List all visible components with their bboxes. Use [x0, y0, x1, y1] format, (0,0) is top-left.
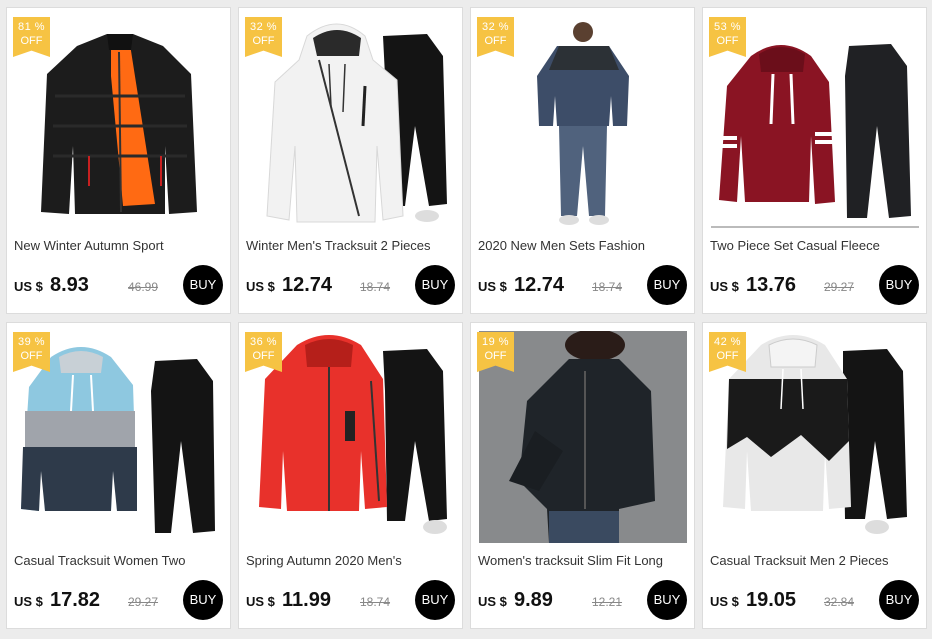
product-title[interactable]: 2020 New Men Sets Fashion: [478, 238, 690, 253]
product-card[interactable]: 53 % OFF Two Piece Set Casual Fleece US …: [702, 7, 927, 314]
original-price: 18.74: [360, 595, 391, 609]
original-price: 46.99: [128, 280, 159, 294]
discount-percent: 42 %: [713, 336, 742, 348]
discount-percent: 32 %: [249, 21, 278, 33]
product-card[interactable]: 81 % OFF New Winter Autumn Sport US $ 8.…: [6, 7, 231, 314]
buy-button[interactable]: BUY: [415, 265, 455, 305]
currency-label: US $: [710, 279, 739, 294]
product-card[interactable]: 42 % OFF Casual Tracksuit Men 2 Pieces U…: [702, 322, 927, 629]
buy-button[interactable]: BUY: [879, 580, 919, 620]
product-card[interactable]: 32 % OFF 2020 New Men Sets Fashion US $ …: [470, 7, 695, 314]
product-price: 8.93: [50, 274, 89, 296]
product-grid: 81 % OFF New Winter Autumn Sport US $ 8.…: [6, 7, 927, 629]
discount-off-label: OFF: [484, 35, 507, 47]
buy-button[interactable]: BUY: [183, 265, 223, 305]
discount-percent: 36 %: [249, 336, 278, 348]
discount-off-label: OFF: [20, 350, 43, 362]
buy-button[interactable]: BUY: [879, 265, 919, 305]
product-price: 13.76: [746, 274, 797, 296]
discount-off-label: OFF: [252, 350, 275, 362]
product-title[interactable]: Casual Tracksuit Women Two: [14, 553, 226, 568]
product-price: 17.82: [50, 589, 101, 611]
original-price: 12.21: [592, 595, 623, 609]
discount-off-label: OFF: [252, 35, 275, 47]
original-price: 29.27: [824, 280, 855, 294]
discount-percent: 19 %: [481, 336, 510, 348]
buy-button[interactable]: BUY: [647, 265, 687, 305]
currency-label: US $: [246, 594, 275, 609]
discount-percent: 39 %: [17, 336, 46, 348]
original-price: 32.84: [824, 595, 855, 609]
product-title[interactable]: Spring Autumn 2020 Men's: [246, 553, 458, 568]
discount-off-label: OFF: [484, 350, 507, 362]
discount-percent: 81 %: [17, 21, 46, 33]
product-price: 12.74: [514, 274, 565, 296]
currency-label: US $: [14, 279, 43, 294]
discount-percent: 32 %: [481, 21, 510, 33]
currency-label: US $: [710, 594, 739, 609]
discount-off-label: OFF: [716, 350, 739, 362]
discount-off-label: OFF: [716, 35, 739, 47]
original-price: 18.74: [360, 280, 391, 294]
product-card[interactable]: 19 % OFF Women's tracksuit Slim Fit Long…: [470, 322, 695, 629]
original-price: 29.27: [128, 595, 159, 609]
product-price: 9.89: [514, 589, 553, 611]
product-title[interactable]: Casual Tracksuit Men 2 Pieces: [710, 553, 922, 568]
product-card[interactable]: 32 % OFF Winter Men's Tracksuit 2 Pieces…: [238, 7, 463, 314]
product-title[interactable]: Winter Men's Tracksuit 2 Pieces: [246, 238, 458, 253]
product-title[interactable]: Women's tracksuit Slim Fit Long: [478, 553, 690, 568]
currency-label: US $: [478, 279, 507, 294]
product-price: 11.99: [282, 589, 331, 611]
currency-label: US $: [246, 279, 275, 294]
product-price: 19.05: [746, 589, 797, 611]
product-title[interactable]: Two Piece Set Casual Fleece: [710, 238, 922, 253]
buy-button[interactable]: BUY: [647, 580, 687, 620]
buy-button[interactable]: BUY: [415, 580, 455, 620]
product-card[interactable]: 36 % OFF Spring Autumn 2020 Men's US $ 1…: [238, 322, 463, 629]
currency-label: US $: [14, 594, 43, 609]
buy-button[interactable]: BUY: [183, 580, 223, 620]
discount-percent: 53 %: [713, 21, 742, 33]
discount-off-label: OFF: [20, 35, 43, 47]
product-price: 12.74: [282, 274, 333, 296]
product-title[interactable]: New Winter Autumn Sport: [14, 238, 226, 253]
currency-label: US $: [478, 594, 507, 609]
product-card[interactable]: 39 % OFF Casual Tracksuit Women Two US $…: [6, 322, 231, 629]
original-price: 18.74: [592, 280, 623, 294]
